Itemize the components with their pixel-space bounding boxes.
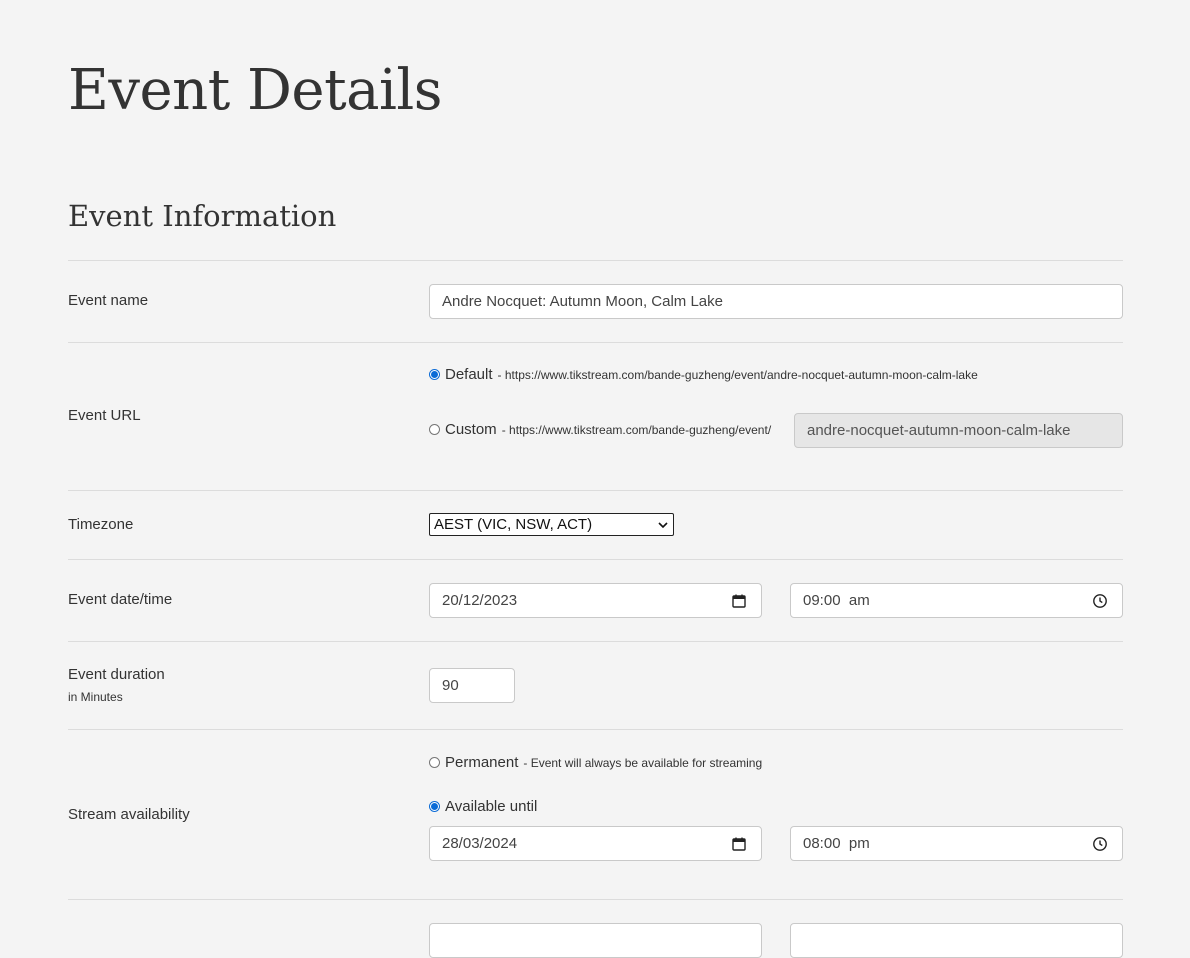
clock-icon[interactable] <box>1092 836 1108 852</box>
stream-permanent-description: - Event will always be available for str… <box>523 755 763 770</box>
event-datetime-label: Event date/time <box>68 591 173 608</box>
stream-until-date-value: 28/03/2024 <box>442 835 518 852</box>
timezone-select[interactable]: AEST (VIC, NSW, ACT) <box>429 513 674 536</box>
timezone-selected-value: AEST (VIC, NSW, ACT) <box>434 516 593 533</box>
stream-permanent-radio[interactable] <box>429 757 440 768</box>
stream-until-radio[interactable] <box>429 801 440 812</box>
timezone-label: Timezone <box>68 516 134 533</box>
event-duration-label: Event duration <box>68 666 165 683</box>
divider <box>68 260 1123 261</box>
stream-permanent-label: Permanent <box>445 754 519 771</box>
section-title: Event Information <box>68 199 337 233</box>
url-default-label: Default <box>445 366 493 383</box>
next-row-right-input[interactable] <box>790 923 1123 958</box>
url-default-radio[interactable] <box>429 369 440 380</box>
event-url-label: Event URL <box>68 407 141 424</box>
divider <box>68 729 1123 730</box>
event-name-input[interactable] <box>429 284 1123 319</box>
page-title: Event Details <box>68 58 443 123</box>
url-custom-option[interactable]: Custom - https://www.tikstream.com/bande… <box>429 421 771 438</box>
stream-until-label: Available until <box>445 798 538 815</box>
chevron-down-icon <box>658 522 668 529</box>
next-row-left-input[interactable] <box>429 923 762 958</box>
stream-permanent-option[interactable]: Permanent - Event will always be availab… <box>429 754 762 771</box>
calendar-icon[interactable] <box>731 836 747 852</box>
url-default-option[interactable]: Default - https://www.tikstream.com/band… <box>429 366 978 383</box>
event-date-value: 20/12/2023 <box>442 592 518 609</box>
event-time-input[interactable]: 09:00 am <box>790 583 1123 618</box>
event-time-value: 09:00 am <box>803 592 870 609</box>
url-custom-label: Custom <box>445 421 497 438</box>
event-duration-sublabel: in Minutes <box>68 690 123 704</box>
divider <box>68 342 1123 343</box>
calendar-icon[interactable] <box>731 593 747 609</box>
stream-until-time-value: 08:00 pm <box>803 835 870 852</box>
stream-until-time-input[interactable]: 08:00 pm <box>790 826 1123 861</box>
divider <box>68 559 1123 560</box>
url-custom-radio[interactable] <box>429 424 440 435</box>
event-duration-input[interactable] <box>429 668 515 703</box>
event-name-label: Event name <box>68 292 149 309</box>
stream-until-option[interactable]: Available until <box>429 798 537 815</box>
custom-slug-input[interactable] <box>794 413 1123 448</box>
stream-availability-label: Stream availability <box>68 806 190 823</box>
divider <box>68 641 1123 642</box>
stream-until-date-input[interactable]: 28/03/2024 <box>429 826 762 861</box>
clock-icon[interactable] <box>1092 593 1108 609</box>
url-default-description: - https://www.tikstream.com/bande-guzhen… <box>497 367 978 382</box>
event-date-input[interactable]: 20/12/2023 <box>429 583 762 618</box>
divider <box>68 899 1123 900</box>
url-custom-prefix: - https://www.tikstream.com/bande-guzhen… <box>501 422 772 437</box>
divider <box>68 490 1123 491</box>
